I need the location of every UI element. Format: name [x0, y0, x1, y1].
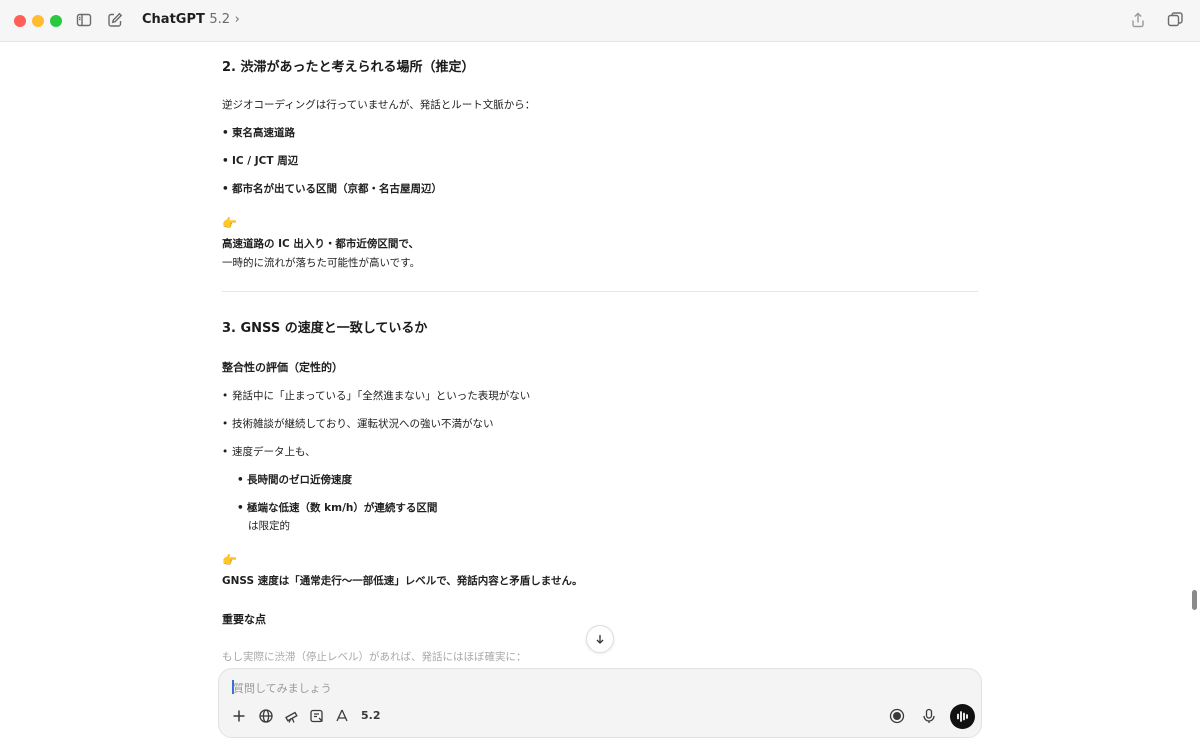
voice-mode-button[interactable]	[950, 704, 975, 729]
sidebar-toggle-icon[interactable]	[75, 11, 95, 31]
list-item: • 発話中に「止まっている」「全然進まない」といった表現がない	[222, 390, 531, 402]
voice-mode-icon	[950, 711, 975, 733]
close-window-button[interactable]	[14, 15, 26, 27]
title-bar: ChatGPT 5.2 ›	[0, 0, 1200, 42]
new-window-icon[interactable]	[1166, 11, 1186, 31]
plus-icon[interactable]	[230, 707, 248, 725]
telescope-icon[interactable]	[283, 707, 301, 725]
list-item: • 東名高速道路	[222, 127, 295, 139]
subheading: 重要な点	[222, 613, 266, 626]
paragraph: 逆ジオコーディングは行っていませんが、発話とルート文脈から：	[222, 99, 536, 111]
record-icon[interactable]	[888, 707, 906, 725]
pointing-hand-icon: 👉	[222, 216, 237, 230]
scrollbar-thumb[interactable]	[1192, 590, 1197, 610]
message-composer: 質問してみましょう 5.2	[218, 668, 982, 738]
message-input[interactable]: 質問してみましょう	[233, 680, 332, 696]
conclusion-text: GNSS 速度は「通常走行〜一部低速」レベルで、発話内容と矛盾しません。	[222, 575, 583, 587]
sub-list-item-tail: は限定的	[248, 520, 290, 532]
compose-icon[interactable]	[106, 11, 126, 31]
scroll-to-bottom-button[interactable]	[586, 625, 614, 653]
section-heading: 2. 渋滞があったと考えられる場所（推定）	[222, 60, 475, 75]
app-name: ChatGPT	[142, 12, 205, 27]
list-item: • 速度データ上も、	[222, 446, 316, 458]
chevron-right-icon: ›	[234, 12, 240, 27]
list-item: • 都市名が出ている区間（京都・名古屋周辺）	[222, 183, 442, 195]
pointing-hand-icon: 👉	[222, 553, 237, 567]
conversation-area: 2. 渋滞があったと考えられる場所（推定） 逆ジオコーディングは行っていませんが…	[222, 42, 978, 666]
paragraph: もし実際に渋滞（停止レベル）があれば、発話にはほぼ確実に：	[222, 651, 527, 663]
list-item: • IC / JCT 周辺	[222, 155, 299, 167]
globe-icon[interactable]	[257, 707, 275, 725]
conclusion-text: 高速道路の IC 出入り・都市近傍区間で、	[222, 238, 420, 250]
sub-list-item: • 極端な低速（数 km/h）が連続する区間	[237, 502, 438, 514]
share-icon[interactable]	[1129, 11, 1149, 31]
list-item: • 技術雑談が継続しており、運転状況への強い不満がない	[222, 418, 494, 430]
model-selector[interactable]: 5.2	[361, 709, 381, 722]
divider	[222, 291, 978, 292]
sub-list-item: • 長時間のゼロ近傍速度	[237, 474, 352, 486]
model-version: 5.2	[209, 12, 231, 27]
microphone-icon[interactable]	[920, 707, 938, 725]
zoom-window-button[interactable]	[50, 15, 62, 27]
conclusion-text: 一時的に流れが落ちた可能性が高いです。	[222, 257, 421, 269]
apps-icon[interactable]	[333, 707, 351, 725]
canvas-icon[interactable]	[308, 707, 326, 725]
section-heading: 3. GNSS の速度と一致しているか	[222, 321, 428, 336]
app-title[interactable]: ChatGPT 5.2 ›	[142, 12, 240, 27]
subheading: 整合性の評価（定性的）	[222, 361, 343, 374]
arrow-down-icon	[594, 630, 606, 649]
minimize-window-button[interactable]	[32, 15, 44, 27]
